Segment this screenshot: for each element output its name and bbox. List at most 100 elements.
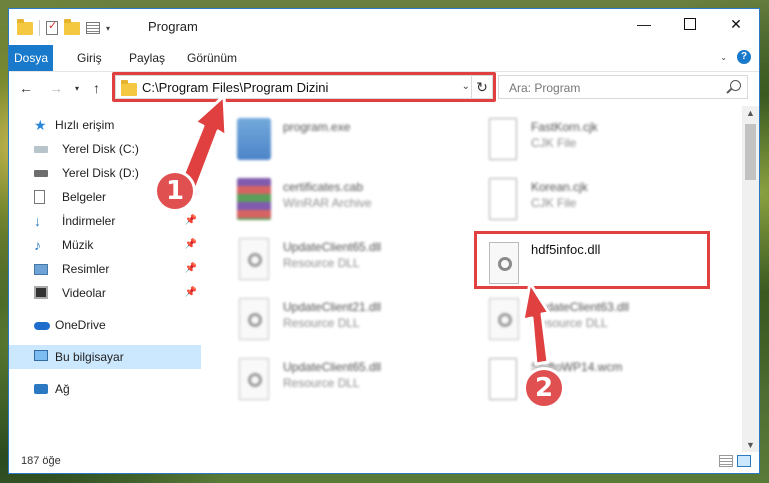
- recent-chevron-down-icon[interactable]: ▾: [75, 84, 79, 93]
- drive-icon: [34, 170, 48, 177]
- step-badge-2: 2: [523, 367, 565, 409]
- file-item[interactable]: UpdateClient65.dll Resource DLL: [227, 232, 463, 288]
- navigation-bar: ← → ▾ ↑ C:\Program Files\Program Dizini …: [9, 72, 759, 104]
- file-type: WinRAR Archive: [283, 196, 372, 210]
- pin-icon: 📌: [184, 263, 197, 274]
- pin-icon: 📌: [184, 215, 197, 226]
- ribbon-right-controls: ⌄ ?: [720, 50, 751, 64]
- new-folder-icon[interactable]: [64, 18, 80, 35]
- up-arrow-icon[interactable]: ↑: [93, 80, 100, 96]
- close-button[interactable]: ✕: [713, 9, 759, 39]
- file-type: CJK File: [531, 136, 577, 150]
- sidebar-item-label: Müzik: [62, 238, 94, 252]
- tab-view[interactable]: Görünüm: [177, 45, 247, 71]
- star-icon: ★: [34, 117, 47, 133]
- navigation-pane: ★ Hızlı erişim Yerel Disk (C:) Yerel Dis…: [9, 109, 203, 449]
- search-placeholder: Ara: Program: [509, 81, 581, 95]
- status-bar: 187 öğe: [9, 451, 759, 473]
- file-name: UpdateClient65.dll: [283, 240, 382, 254]
- tab-file[interactable]: Dosya: [9, 45, 53, 71]
- maximize-button[interactable]: [667, 9, 713, 39]
- drive-icon: [34, 146, 48, 153]
- sidebar-item-pictures[interactable]: Resimler 📌: [9, 257, 201, 281]
- properties-icon[interactable]: [46, 19, 58, 35]
- videos-icon: [34, 286, 48, 299]
- file-icon: [489, 358, 517, 400]
- file-item[interactable]: ShiftoWP14.wcm File: [475, 352, 711, 408]
- file-type: Resource DLL: [283, 376, 360, 390]
- back-arrow-icon[interactable]: ←: [19, 80, 33, 96]
- documents-icon: [34, 190, 45, 204]
- gear-icon: [248, 313, 262, 327]
- tab-share[interactable]: Paylaş: [119, 45, 175, 71]
- scrollbar-thumb[interactable]: [745, 124, 756, 180]
- file-item[interactable]: Korean.cjk CJK File: [475, 172, 711, 228]
- large-icons-view-icon[interactable]: [737, 455, 751, 467]
- title-bar: ▾ Program — ✕: [9, 9, 759, 45]
- customize-chevron-down-icon[interactable]: ▾: [106, 24, 110, 33]
- view-icon[interactable]: [86, 22, 100, 34]
- dll-icon: [489, 298, 519, 340]
- computer-icon: [34, 350, 48, 361]
- maximize-icon: [684, 18, 696, 30]
- sidebar-item-network[interactable]: Ağ: [9, 377, 201, 401]
- sidebar-item-label: Hızlı erişim: [55, 118, 115, 132]
- target-file-highlight: [474, 231, 710, 289]
- quick-access-toolbar: ▾: [17, 18, 110, 36]
- file-item[interactable]: UpdateClient63.dll Resource DLL: [475, 292, 711, 348]
- file-type: Resource DLL: [283, 316, 360, 330]
- vertical-scrollbar[interactable]: ▲ ▼: [742, 106, 759, 452]
- gear-icon: [498, 313, 512, 327]
- archive-icon: [237, 178, 271, 220]
- address-bar-highlight: [112, 72, 496, 102]
- search-icon[interactable]: [730, 80, 741, 91]
- file-type: Resource DLL: [283, 256, 360, 270]
- file-type: CJK File: [531, 196, 577, 210]
- file-type: Resource DLL: [531, 316, 608, 330]
- scroll-down-icon[interactable]: ▼: [746, 440, 755, 450]
- sidebar-item-onedrive[interactable]: OneDrive: [9, 313, 201, 337]
- file-name: FastKorn.cjk: [531, 120, 598, 134]
- sidebar-item-videos[interactable]: Videolar 📌: [9, 281, 201, 305]
- sidebar-item-label: İndirmeler: [62, 214, 116, 228]
- sidebar-item-this-pc[interactable]: Bu bilgisayar: [9, 345, 201, 369]
- scroll-up-icon[interactable]: ▲: [746, 108, 755, 118]
- tab-home[interactable]: Giriş: [67, 45, 112, 71]
- download-icon: ↓: [34, 213, 41, 229]
- pin-icon: 📌: [184, 239, 197, 250]
- sidebar-item-downloads[interactable]: ↓ İndirmeler 📌: [9, 209, 201, 233]
- file-item[interactable]: UpdateClient21.dll Resource DLL: [227, 292, 463, 348]
- minimize-button[interactable]: —: [621, 9, 667, 39]
- help-icon[interactable]: ?: [737, 50, 751, 64]
- sidebar-item-label: Resimler: [62, 262, 110, 276]
- step-badge-1: 1: [154, 170, 196, 212]
- network-icon: [34, 384, 48, 394]
- sidebar-item-label: Ağ: [55, 382, 70, 396]
- minimize-icon: —: [637, 16, 651, 32]
- toolbar-divider: [39, 20, 40, 36]
- file-item[interactable]: UpdateClient65.dll Resource DLL: [227, 352, 463, 408]
- pictures-icon: [34, 264, 48, 275]
- gear-icon: [248, 253, 262, 267]
- sidebar-item-label: Belgeler: [62, 190, 107, 204]
- sidebar-item-music[interactable]: ♪ Müzik 📌: [9, 233, 201, 257]
- dll-icon: [239, 298, 269, 340]
- file-name: UpdateClient65.dll: [283, 360, 382, 374]
- file-name: program.exe: [283, 120, 351, 134]
- file-item[interactable]: program.exe: [227, 112, 463, 168]
- forward-arrow-icon[interactable]: →: [49, 80, 63, 96]
- file-name: UpdateClient63.dll: [531, 300, 630, 314]
- close-icon: ✕: [730, 15, 742, 32]
- sidebar-item-label: OneDrive: [55, 318, 106, 332]
- sidebar-item-quick-access[interactable]: ★ Hızlı erişim: [9, 113, 201, 137]
- dll-icon: [239, 238, 269, 280]
- sidebar-item-local-disk-c[interactable]: Yerel Disk (C:): [9, 137, 201, 161]
- expand-ribbon-chevron-icon[interactable]: ⌄: [720, 53, 727, 62]
- file-item[interactable]: certificates.cab WinRAR Archive: [227, 172, 463, 228]
- search-box[interactable]: Ara: Program: [498, 75, 748, 99]
- window-title: Program: [148, 19, 198, 34]
- cloud-icon: [34, 322, 50, 330]
- file-item[interactable]: FastKorn.cjk CJK File: [475, 112, 711, 168]
- details-view-icon[interactable]: [719, 455, 733, 467]
- item-count: 187 öğe: [21, 455, 61, 467]
